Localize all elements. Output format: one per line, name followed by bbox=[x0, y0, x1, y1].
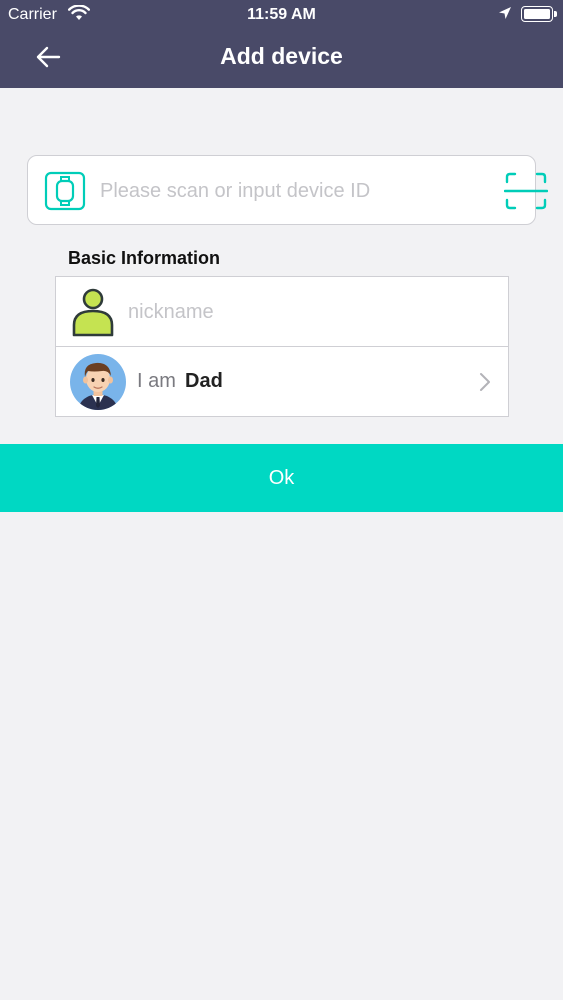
relation-row[interactable]: I am Dad bbox=[56, 347, 508, 417]
nickname-row bbox=[56, 277, 508, 347]
device-id-field bbox=[27, 155, 549, 225]
ok-button[interactable]: Ok bbox=[0, 444, 563, 512]
status-bar: Carrier 11:59 AM bbox=[0, 0, 563, 30]
chevron-right-icon bbox=[478, 372, 492, 397]
scan-icon[interactable] bbox=[503, 171, 549, 216]
basic-info-card: I am Dad bbox=[55, 276, 509, 417]
person-icon bbox=[71, 287, 115, 344]
status-time: 11:59 AM bbox=[247, 6, 316, 23]
relation-value: Dad bbox=[185, 370, 223, 392]
page-title: Add device bbox=[220, 43, 343, 69]
nav-bar: Carrier 11:59 AM Add device bbox=[0, 0, 563, 88]
location-arrow-icon bbox=[497, 5, 513, 26]
relation-label: I am bbox=[137, 370, 176, 392]
battery-icon bbox=[521, 6, 557, 22]
avatar bbox=[70, 354, 126, 410]
nickname-input[interactable] bbox=[128, 295, 488, 329]
watch-icon bbox=[44, 171, 86, 216]
device-id-input[interactable] bbox=[100, 174, 460, 208]
section-title-basic-info: Basic Information bbox=[68, 248, 221, 268]
